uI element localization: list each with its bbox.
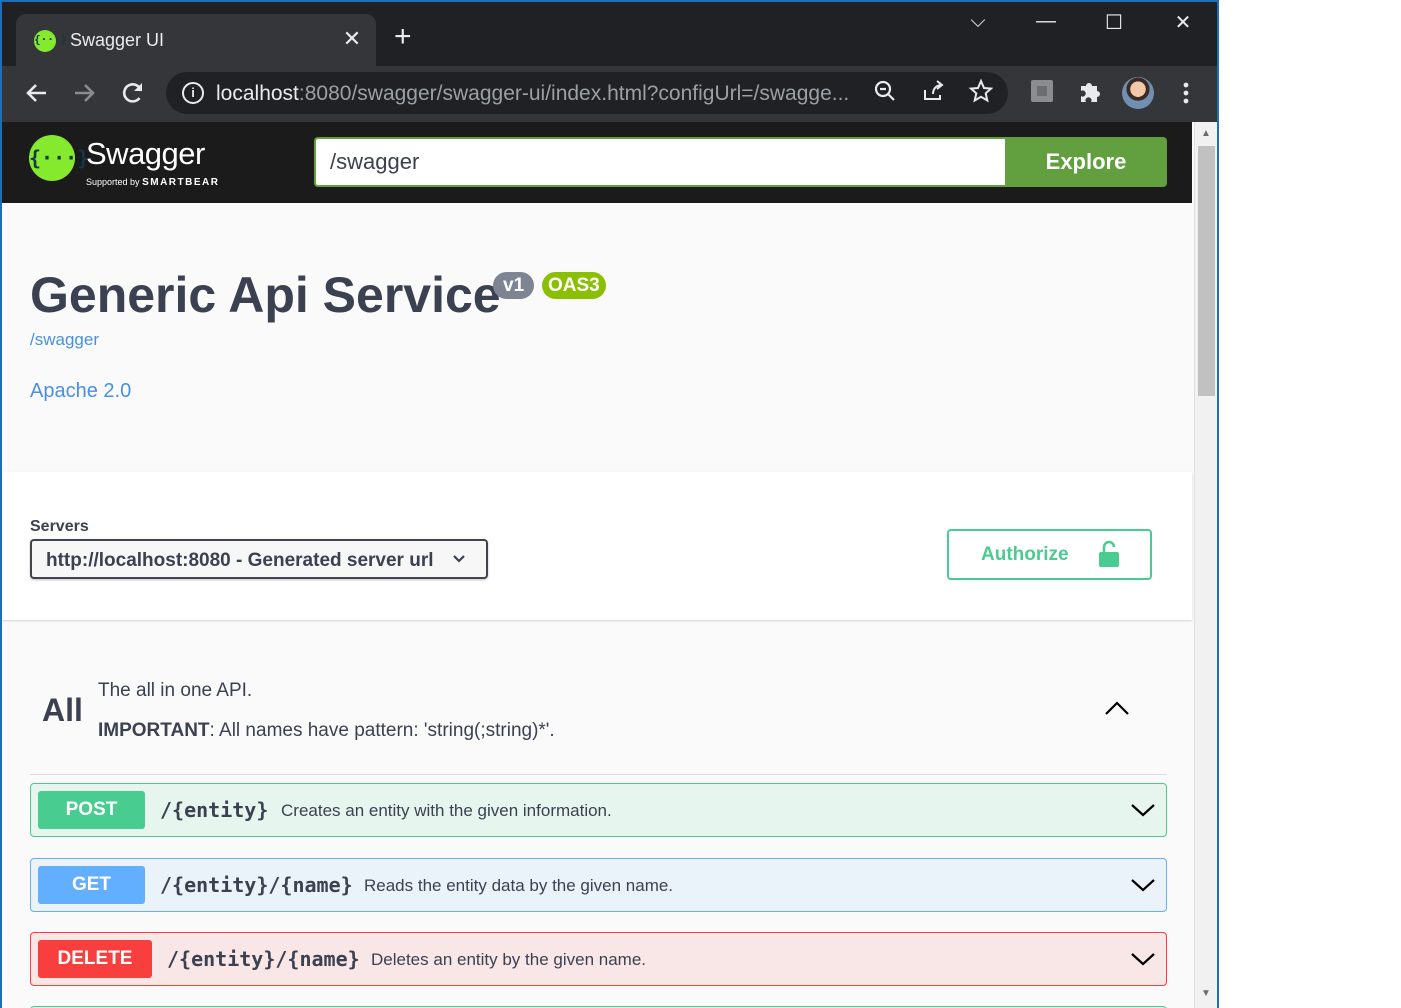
logo-supported-by: Supported by SMARTBEAR (86, 177, 219, 188)
tab-title: Swagger UI (70, 30, 165, 50)
selected-server: http://localhost:8080 - Generated server… (46, 550, 434, 571)
unlock-icon (1099, 540, 1119, 567)
share-icon[interactable] (918, 78, 948, 108)
chevron-down-icon[interactable] (1130, 801, 1156, 819)
method-badge: POST (38, 791, 145, 829)
divider (30, 774, 1167, 775)
extension-icon[interactable] (1027, 78, 1057, 108)
browser-toolbar: i localhost:8080/swagger/swagger-ui/inde… (2, 66, 1217, 122)
page-content: {···} Swagger Supported by SMARTBEAR Exp… (2, 122, 1217, 1008)
method-badge: DELETE (38, 940, 152, 978)
chevron-down-icon[interactable] (1130, 950, 1156, 968)
tag-important-note: IMPORTANT: All names have pattern: 'stri… (98, 720, 555, 742)
page-title: Generic Api Service (30, 267, 501, 323)
back-icon[interactable] (22, 78, 52, 108)
forward-icon[interactable] (69, 78, 99, 108)
puzzle-icon[interactable] (1075, 78, 1105, 108)
servers-select[interactable]: http://localhost:8080 - Generated server… (30, 539, 488, 579)
logo-name: Swagger (86, 136, 205, 171)
favicon-glyph: {···} (34, 33, 68, 46)
operation-delete-entity-name[interactable]: DELETE /{entity}/{name} Deletes an entit… (30, 932, 1167, 986)
tab-search-icon[interactable]: ⌵ (963, 10, 993, 33)
license-link[interactable]: Apache 2.0 (30, 380, 131, 403)
operation-path: /{entity}/{name} (160, 873, 353, 897)
swagger-logo-icon: {···} (29, 135, 90, 181)
url-path: :8080/swagger/swagger-ui/index.html?conf… (298, 82, 850, 105)
operation-summary: Deletes an entity by the given name. (371, 950, 646, 969)
scroll-thumb[interactable] (1198, 146, 1215, 396)
authorize-label: Authorize (981, 544, 1069, 565)
minimize-button[interactable]: — (1031, 10, 1061, 33)
operation-summary: Reads the entity data by the given name. (364, 876, 674, 895)
important-label: IMPORTANT (98, 720, 210, 741)
tab-strip: {···} Swagger UI ✕ + ⌵ — ☐ ✕ (2, 2, 1217, 66)
oas-badge: OAS3 (542, 272, 606, 299)
operation-summary: Creates an entity with the given informa… (281, 801, 612, 820)
new-tab-button[interactable]: + (394, 22, 412, 52)
logo-glyph: {···} (29, 146, 90, 170)
scrollbar[interactable]: ▲ ▼ (1194, 122, 1217, 1008)
swagger-favicon-icon: {···} (34, 30, 68, 52)
servers-label: Servers (30, 518, 89, 535)
swagger-topbar: {···} Swagger Supported by SMARTBEAR Exp… (2, 122, 1192, 203)
operation-path: /{entity}/{name} (167, 947, 360, 971)
tag-name[interactable]: All (42, 692, 83, 729)
bookmark-star-icon[interactable] (966, 78, 996, 108)
explore-button[interactable]: Explore (1005, 137, 1167, 187)
logo-supported-text: Supported by (86, 177, 140, 187)
scheme-container: Servers http://localhost:8080 - Generate… (2, 472, 1192, 620)
close-window-button[interactable]: ✕ (1168, 10, 1198, 35)
authorize-button[interactable]: Authorize (947, 529, 1152, 580)
scroll-down-icon[interactable]: ▼ (1201, 988, 1211, 999)
chevron-up-icon[interactable] (1102, 698, 1132, 718)
tag-description: The all in one API. (98, 680, 253, 701)
browser-window: {···} Swagger UI ✕ + ⌵ — ☐ ✕ i localhost… (0, 0, 1219, 1008)
chevron-down-icon (453, 555, 465, 563)
version-badge: v1 (493, 272, 535, 299)
spec-url-input[interactable] (314, 137, 1005, 187)
logo-brand: SMARTBEAR (142, 177, 220, 188)
maximize-button[interactable]: ☐ (1099, 10, 1129, 35)
method-badge: GET (38, 866, 145, 904)
site-info-icon[interactable]: i (182, 82, 204, 104)
spec-url-link[interactable]: /swagger (30, 330, 99, 350)
zoom-icon[interactable] (870, 78, 900, 108)
tab-close-icon[interactable]: ✕ (338, 26, 366, 52)
chevron-down-icon[interactable] (1130, 876, 1156, 894)
tab-swagger-ui[interactable]: {···} Swagger UI ✕ (16, 14, 376, 66)
important-text: : All names have pattern: 'string(;strin… (209, 720, 555, 741)
url-host: localhost (216, 82, 299, 105)
address-bar[interactable]: i localhost:8080/swagger/swagger-ui/inde… (166, 72, 1008, 114)
operation-post-entity[interactable]: POST /{entity} Creates an entity with th… (30, 783, 1167, 837)
menu-icon[interactable] (1171, 78, 1201, 108)
operation-get-entity-name[interactable]: GET /{entity}/{name} Reads the entity da… (30, 858, 1167, 912)
url-text: localhost:8080/swagger/swagger-ui/index.… (216, 82, 849, 106)
operation-path: /{entity} (160, 798, 269, 822)
reload-icon[interactable] (118, 78, 148, 108)
avatar[interactable] (1122, 77, 1154, 109)
scroll-up-icon[interactable]: ▲ (1201, 128, 1211, 139)
